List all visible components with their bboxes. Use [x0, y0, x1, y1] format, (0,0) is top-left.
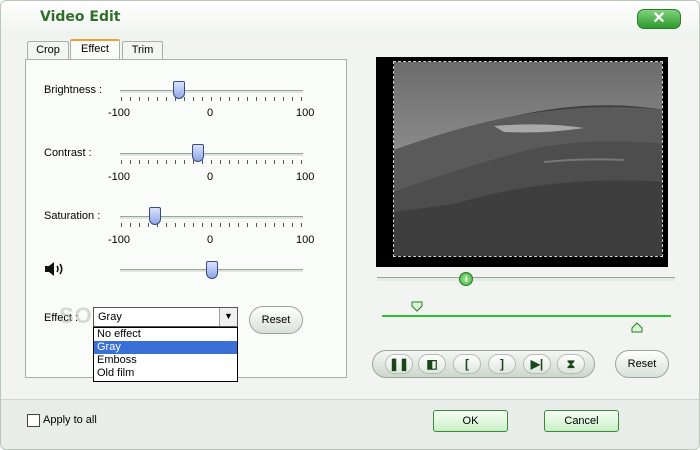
- brightness-max: 100: [296, 107, 315, 119]
- apply-to-all-checkbox[interactable]: [27, 414, 40, 427]
- saturation-track[interactable]: [120, 216, 303, 220]
- contrast-max: 100: [296, 171, 315, 183]
- pause-icon[interactable]: ❚❚: [385, 354, 413, 374]
- effect-dropdown-list: No effect Gray Emboss Old film: [93, 327, 238, 382]
- preview-image: [394, 62, 662, 256]
- snapshot-icon[interactable]: ◧: [418, 354, 446, 374]
- contrast-ticks: [121, 160, 302, 164]
- effect-reset-button[interactable]: Reset: [249, 306, 303, 334]
- brightness-track[interactable]: [120, 90, 303, 94]
- saturation-min: -100: [108, 234, 131, 246]
- split-icon[interactable]: ⧗: [557, 354, 585, 374]
- brightness-label: Brightness :: [44, 84, 103, 96]
- tab-effect[interactable]: Effect: [70, 39, 120, 60]
- mark-out-icon[interactable]: ]: [488, 354, 516, 374]
- brightness-ticks: [121, 97, 302, 101]
- saturation-mid: 0: [207, 234, 214, 246]
- cancel-button[interactable]: Cancel: [544, 410, 619, 432]
- saturation-slider-thumb[interactable]: [148, 207, 161, 225]
- video-preview: [376, 57, 668, 267]
- playback-position-track[interactable]: [377, 277, 675, 281]
- trim-end-marker-icon[interactable]: [631, 322, 643, 333]
- contrast-track[interactable]: [120, 153, 303, 157]
- effect-option-gray[interactable]: Gray: [94, 341, 237, 354]
- effect-select[interactable]: Gray ▼: [93, 307, 238, 327]
- next-frame-icon[interactable]: ▶|: [523, 354, 551, 374]
- effect-option-emboss[interactable]: Emboss: [94, 354, 237, 367]
- effect-selected-value: Gray: [98, 311, 122, 323]
- video-edit-window: Video Edit ✕ Crop Effect Trim Brightness…: [0, 0, 700, 450]
- tab-crop[interactable]: Crop: [27, 41, 69, 59]
- crop-frame: [393, 61, 663, 257]
- contrast-min: -100: [108, 171, 131, 183]
- trim-range-line: [382, 315, 671, 317]
- title-bar: Video Edit ✕: [1, 1, 699, 37]
- close-button[interactable]: ✕: [637, 9, 681, 29]
- brightness-mid: 0: [207, 107, 214, 119]
- contrast-slider-thumb[interactable]: [191, 144, 204, 162]
- speaker-icon[interactable]: [44, 260, 66, 278]
- window-title: Video Edit: [40, 9, 121, 25]
- tab-trim[interactable]: Trim: [122, 41, 163, 59]
- dropdown-arrow-icon[interactable]: ▼: [219, 308, 237, 326]
- effect-option-old-film[interactable]: Old film: [94, 367, 237, 380]
- brightness-min: -100: [108, 107, 131, 119]
- apply-to-all-label[interactable]: Apply to all: [43, 414, 97, 426]
- contrast-mid: 0: [207, 171, 214, 183]
- saturation-label: Saturation :: [44, 210, 101, 222]
- playback-controls: ❚❚ ◧ [ ] ▶| ⧗: [372, 350, 595, 378]
- volume-slider-thumb[interactable]: [205, 261, 218, 279]
- effect-option-no-effect[interactable]: No effect: [94, 328, 237, 341]
- mark-in-icon[interactable]: [: [453, 354, 481, 374]
- player-reset-button[interactable]: Reset: [615, 350, 669, 378]
- trim-start-marker-icon[interactable]: [411, 301, 423, 312]
- brightness-slider-thumb[interactable]: [173, 81, 186, 99]
- saturation-max: 100: [296, 234, 315, 246]
- playback-position-thumb[interactable]: i: [459, 272, 474, 286]
- saturation-ticks: [121, 223, 302, 227]
- ok-button[interactable]: OK: [433, 410, 508, 432]
- contrast-label: Contrast :: [44, 147, 92, 159]
